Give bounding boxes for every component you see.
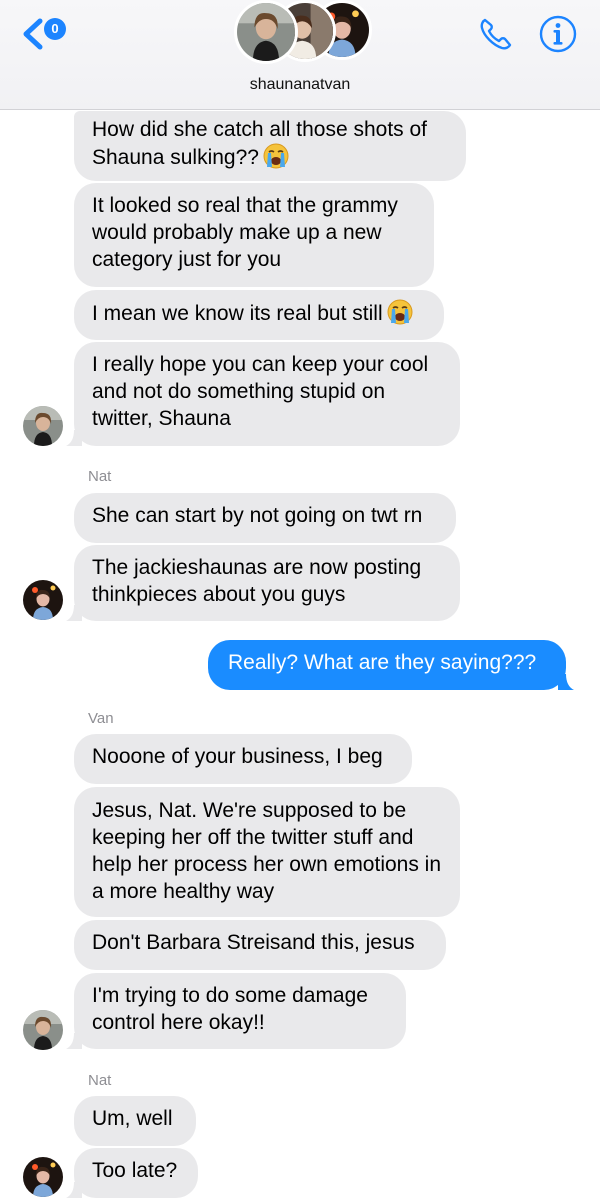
message-bubble[interactable]: I'm trying to do some damage control her… <box>74 973 406 1049</box>
message-bubble[interactable]: She can start by not going on twt rn <box>74 493 456 543</box>
sender-name: Nat <box>88 1072 112 1089</box>
message-text: I mean we know its real but still <box>92 302 383 325</box>
message-bubble-sent[interactable]: Really? What are they saying??? <box>208 640 566 690</box>
bubble-tail <box>66 605 82 621</box>
message-bubble[interactable]: Nooone of your business, I beg <box>74 734 412 784</box>
message-bubble[interactable]: Too late? <box>74 1148 198 1198</box>
message-text: She can start by not going on twt rn <box>92 504 423 527</box>
message-text: Nooone of your business, I beg <box>92 745 383 768</box>
message-bubble[interactable]: Don't Barbara Streisand this, jesus <box>74 920 446 970</box>
conversation-header: 0 shaunanatvan <box>0 0 600 110</box>
info-button[interactable] <box>536 12 580 56</box>
message-bubble[interactable]: I really hope you can keep your cool and… <box>74 342 460 446</box>
message-text: Don't Barbara Streisand this, jesus <box>92 931 415 954</box>
message-bubble[interactable]: Jesus, Nat. We're supposed to be keeping… <box>74 787 460 917</box>
message-text: The jackieshaunas are now posting thinkp… <box>92 556 422 606</box>
sender-name: Van <box>88 710 114 727</box>
message-bubble[interactable]: Um, well <box>74 1096 196 1146</box>
bubble-tail <box>66 430 82 446</box>
back-button[interactable]: 0 <box>20 16 76 52</box>
message-bubble[interactable]: I mean we know its real but still <box>74 290 444 340</box>
message-bubble[interactable]: The jackieshaunas are now posting thinkp… <box>74 545 460 621</box>
message-text: I really hope you can keep your cool and… <box>92 353 429 430</box>
message-bubble[interactable]: It looked so real that the grammy would … <box>74 183 434 287</box>
loudly-crying-face-icon <box>387 299 413 325</box>
call-button[interactable] <box>474 12 518 56</box>
phone-icon <box>480 18 512 50</box>
conversation-title[interactable]: shaunanatvan <box>0 76 600 94</box>
loudly-crying-face-icon <box>263 143 289 169</box>
message-text: I'm trying to do some damage control her… <box>92 984 368 1034</box>
message-text: Too late? <box>92 1159 178 1182</box>
bubble-tail <box>558 674 574 690</box>
avatar[interactable] <box>23 580 63 620</box>
message-text: Jesus, Nat. We're supposed to be keeping… <box>92 799 442 903</box>
message-text: How did she catch all those shots of Sha… <box>92 118 428 169</box>
avatar[interactable] <box>23 1157 63 1197</box>
message-text: Um, well <box>92 1107 173 1130</box>
avatar[interactable] <box>23 1010 63 1050</box>
info-icon <box>539 15 577 53</box>
bubble-tail <box>66 1033 82 1049</box>
message-bubble[interactable]: How did she catch all those shots of Sha… <box>74 111 466 181</box>
message-text: It looked so real that the grammy would … <box>92 194 398 271</box>
group-avatar <box>234 0 298 64</box>
message-text: Really? What are they saying??? <box>228 651 537 674</box>
sender-name: Nat <box>88 468 112 485</box>
bubble-tail <box>66 1182 82 1198</box>
unread-count-badge: 0 <box>44 18 66 40</box>
avatar[interactable] <box>23 406 63 446</box>
group-avatars[interactable] <box>234 0 374 64</box>
